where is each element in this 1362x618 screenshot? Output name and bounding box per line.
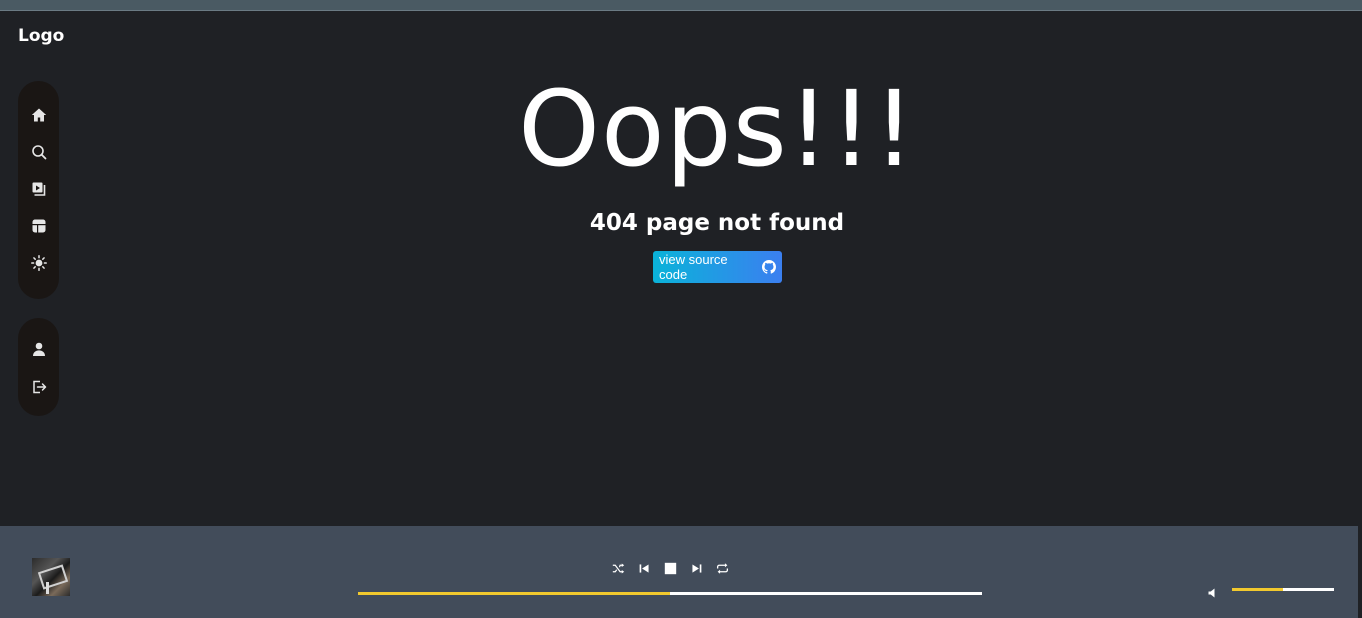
volume-slider[interactable]: [1232, 588, 1334, 591]
stop-icon: [664, 562, 676, 574]
error-title: Oops!!!: [518, 68, 916, 190]
album-cover[interactable]: [32, 558, 70, 596]
music-player: [0, 526, 1358, 618]
progress-fill: [358, 592, 670, 595]
view-source-label: view source code: [659, 252, 728, 282]
player-edge: [1358, 526, 1362, 618]
top-strip: [0, 0, 1362, 11]
github-icon: [762, 260, 776, 274]
shuffle-icon: [612, 562, 624, 574]
error-message: 404 page not found: [589, 210, 845, 236]
progress-bar[interactable]: [358, 592, 982, 595]
previous-icon: [639, 563, 649, 573]
next-icon: [691, 563, 701, 573]
repeat-button[interactable]: [714, 560, 730, 576]
volume-icon[interactable]: [1207, 584, 1219, 598]
view-source-button[interactable]: view source code: [653, 251, 782, 283]
shuffle-button[interactable]: [610, 560, 626, 576]
previous-button[interactable]: [636, 560, 652, 576]
main-content: Oops!!! 404 page not found view source c…: [0, 11, 1362, 526]
stop-button[interactable]: [662, 560, 678, 576]
playback-controls: [610, 560, 730, 576]
repeat-icon: [716, 562, 728, 574]
next-button[interactable]: [688, 560, 704, 576]
volume-fill: [1232, 588, 1283, 591]
